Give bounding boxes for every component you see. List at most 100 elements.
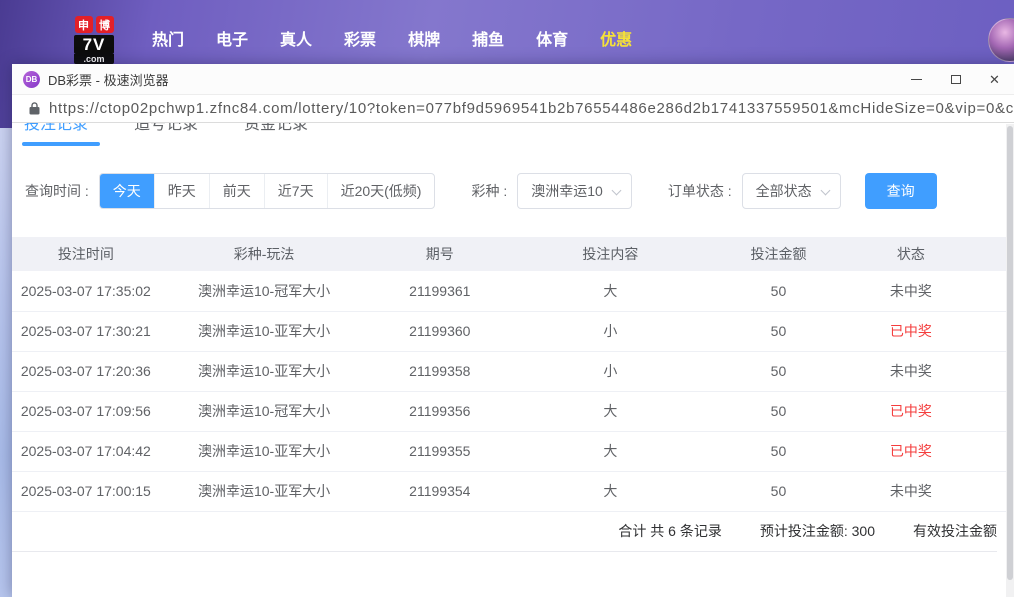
chevron-down-icon [611,186,621,196]
cell-game-play: 澳洲幸运10-冠军大小 [160,391,369,431]
chevron-down-icon [820,186,830,196]
minimize-button[interactable] [897,64,936,94]
logo-badge-shen: 申 [75,16,93,33]
tab-chase-records[interactable]: 追号记录 [134,123,198,137]
cell-bet-amount: 50 [710,311,848,351]
site-nav-menu: 热门 电子 真人 彩票 棋牌 捕鱼 体育 优惠 [152,26,632,50]
browser-window: DB DB彩票 - 极速浏览器 ✕ https://ctop02pchwp1.z… [12,64,1014,597]
cell-game-play: 澳洲幸运10-亚军大小 [160,351,369,391]
window-title: DB彩票 - 极速浏览器 [48,70,169,89]
table-row: 2025-03-07 17:35:02 澳洲幸运10-冠军大小 21199361… [12,271,1014,311]
scrollbar-thumb[interactable] [1007,126,1013,580]
nav-item-promo[interactable]: 优惠 [600,26,632,50]
close-icon: ✕ [989,73,1000,86]
cell-status: 未中奖 [847,471,974,511]
cell-issue: 21199355 [369,431,512,471]
maximize-icon [951,75,961,84]
time-option-7days[interactable]: 近7天 [264,174,327,208]
cell-game-play: 澳洲幸运10-亚军大小 [160,471,369,511]
cell-issue: 21199354 [369,471,512,511]
table-row: 2025-03-07 17:00:15 澳洲幸运10-亚军大小 21199354… [12,471,1014,511]
db-favicon-icon: DB [23,71,40,88]
cell-status: 已中奖 [847,391,974,431]
maximize-button[interactable] [936,64,975,94]
cell-bet-amount: 50 [710,271,848,311]
logo-badge-bo: 博 [96,16,114,33]
cell-status: 已中奖 [847,311,974,351]
order-status-value: 全部状态 [756,183,812,199]
cell-status: 未中奖 [847,351,974,391]
cell-bet-content: 小 [511,311,710,351]
url-text[interactable]: https://ctop02pchwp1.zfnc84.com/lottery/… [49,100,1014,117]
logo-7v-text: 7V [74,35,114,54]
table-row: 2025-03-07 17:09:56 澳洲幸运10-冠军大小 21199356… [12,391,1014,431]
col-bet-time: 投注时间 [12,237,160,271]
cell-bet-time: 2025-03-07 17:30:21 [12,311,160,351]
nav-item-hot[interactable]: 热门 [152,26,184,50]
col-issue: 期号 [369,237,512,271]
order-status-label: 订单状态 : [668,181,732,201]
order-status-select[interactable]: 全部状态 [742,173,841,209]
table-row: 2025-03-07 17:20:36 澳洲幸运10-亚军大小 21199358… [12,351,1014,391]
col-bet-content: 投注内容 [511,237,710,271]
cell-issue: 21199356 [369,391,512,431]
time-option-20days[interactable]: 近20天(低频) [327,174,435,208]
active-tab-underline [22,142,100,146]
cell-bet-amount: 50 [710,391,848,431]
nav-item-chess[interactable]: 棋牌 [408,26,440,50]
nav-item-slots[interactable]: 电子 [216,26,248,50]
table-row: 2025-03-07 17:04:42 澳洲幸运10-亚军大小 21199355… [12,431,1014,471]
lottery-type-select[interactable]: 澳洲幸运10 [517,173,632,209]
window-controls: ✕ [897,64,1014,94]
cell-bet-time: 2025-03-07 17:09:56 [12,391,160,431]
cell-bet-content: 小 [511,351,710,391]
summary-valid-amount: 有效投注金额 [913,521,997,541]
cell-issue: 21199358 [369,351,512,391]
table-row: 2025-03-07 17:30:21 澳洲幸运10-亚军大小 21199360… [12,311,1014,351]
time-option-today[interactable]: 今天 [100,174,154,208]
record-tabs: 投注记录 追号记录 资金记录 [12,123,1014,147]
lottery-records-page: 投注记录 追号记录 资金记录 查询时间 : 今天 昨天 前天 近7天 近20天(… [12,123,1014,596]
time-option-yesterday[interactable]: 昨天 [154,174,209,208]
search-button[interactable]: 查询 [865,173,937,209]
cell-bet-amount: 50 [710,471,848,511]
site-logo[interactable]: 申 博 7V .com [74,16,114,64]
logo-com-text: .com [74,54,114,64]
lock-icon [29,102,40,115]
cell-bet-content: 大 [511,271,710,311]
nav-item-fishing[interactable]: 捕鱼 [472,26,504,50]
bet-records-table: 投注时间 彩种-玩法 期号 投注内容 投注金额 状态 中奖金额 2025-03-… [12,237,1014,512]
address-bar[interactable]: https://ctop02pchwp1.zfnc84.com/lottery/… [12,95,1014,123]
cell-bet-time: 2025-03-07 17:00:15 [12,471,160,511]
tab-fund-records[interactable]: 资金记录 [244,123,308,137]
table-summary: 合计 共 6 条记录 预计投注金额: 300 有效投注金额 [12,512,997,552]
time-option-day-before[interactable]: 前天 [209,174,264,208]
cell-bet-time: 2025-03-07 17:20:36 [12,351,160,391]
cell-bet-content: 大 [511,471,710,511]
nav-item-sports[interactable]: 体育 [536,26,568,50]
cell-bet-content: 大 [511,391,710,431]
lottery-type-label: 彩种 : [471,181,507,201]
cell-game-play: 澳洲幸运10-亚军大小 [160,311,369,351]
cell-bet-time: 2025-03-07 17:04:42 [12,431,160,471]
filter-bar: 查询时间 : 今天 昨天 前天 近7天 近20天(低频) 彩种 : 澳洲幸运10… [12,173,1014,209]
time-range-group: 今天 昨天 前天 近7天 近20天(低频) [99,173,436,209]
summary-expected-amount: 预计投注金额: 300 [760,521,875,541]
window-titlebar: DB DB彩票 - 极速浏览器 ✕ [12,64,1014,95]
cell-issue: 21199361 [369,271,512,311]
nav-item-lottery[interactable]: 彩票 [344,26,376,50]
tab-bet-records[interactable]: 投注记录 [24,123,88,137]
col-bet-amount: 投注金额 [710,237,848,271]
col-status: 状态 [847,237,974,271]
nav-item-live[interactable]: 真人 [280,26,312,50]
table-header-row: 投注时间 彩种-玩法 期号 投注内容 投注金额 状态 中奖金额 [12,237,1014,271]
close-button[interactable]: ✕ [975,64,1014,94]
cell-game-play: 澳洲幸运10-冠军大小 [160,271,369,311]
cell-bet-amount: 50 [710,431,848,471]
vertical-scrollbar[interactable] [1006,124,1014,597]
summary-total-records: 合计 共 6 条记录 [618,521,721,541]
minimize-icon [911,79,922,80]
cell-bet-amount: 50 [710,351,848,391]
cell-status: 未中奖 [847,271,974,311]
cell-bet-content: 大 [511,431,710,471]
